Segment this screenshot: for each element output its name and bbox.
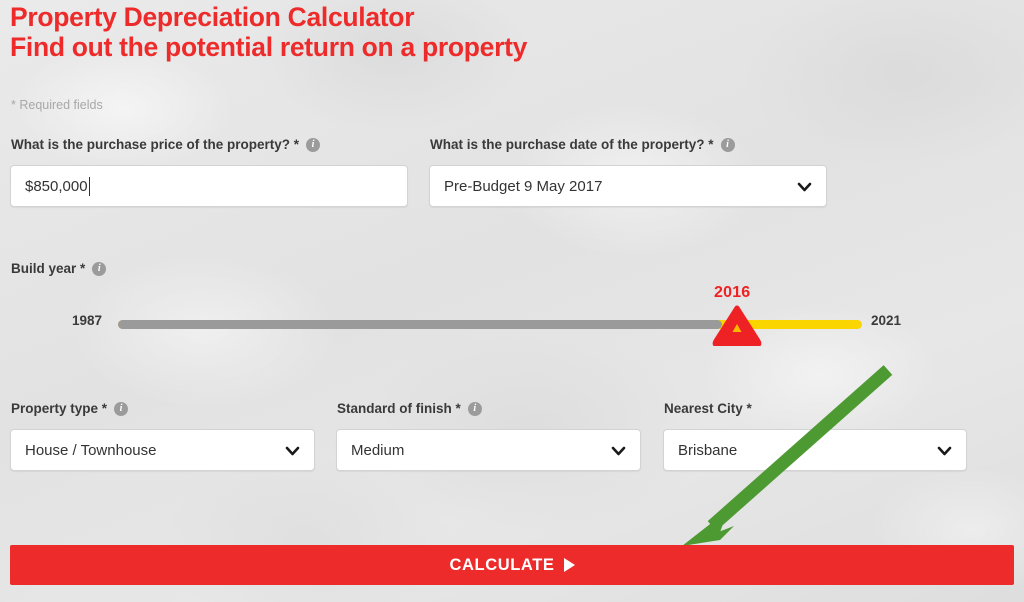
standard-of-finish-label-text: Standard of finish *: [337, 401, 461, 416]
chevron-down-icon: [796, 178, 813, 195]
purchase-date-label: What is the purchase date of the propert…: [430, 137, 735, 152]
nearest-city-select[interactable]: Brisbane: [663, 429, 967, 471]
page-background: Property Depreciation Calculator Find ou…: [0, 0, 1024, 602]
page-title: Property Depreciation Calculator Find ou…: [10, 2, 770, 62]
play-triangle-icon: [563, 558, 575, 572]
standard-of-finish-select[interactable]: Medium: [336, 429, 641, 471]
standard-of-finish-label: Standard of finish * i: [337, 401, 482, 416]
page-title-line-2: Find out the potential return on a prope…: [10, 32, 528, 62]
nearest-city-label: Nearest City *: [664, 401, 752, 416]
purchase-price-input[interactable]: $850,000: [10, 165, 408, 207]
build-year-label: Build year * i: [11, 261, 107, 276]
purchase-price-label: What is the purchase price of the proper…: [11, 137, 321, 152]
slider-max-label: 2021: [871, 313, 902, 328]
calculate-button-label: CALCULATE: [449, 555, 555, 574]
standard-of-finish-value: Medium: [351, 441, 405, 459]
purchase-date-select[interactable]: Pre-Budget 9 May 2017: [429, 165, 827, 207]
info-icon[interactable]: i: [467, 401, 482, 416]
property-type-value: House / Townhouse: [25, 441, 157, 459]
text-cursor: [88, 176, 91, 196]
chevron-down-icon: [284, 442, 301, 459]
info-icon[interactable]: i: [720, 137, 735, 152]
page-title-line-1: Property Depreciation Calculator: [10, 2, 415, 32]
calculate-button[interactable]: CALCULATE: [10, 545, 1014, 585]
required-fields-note: * Required fields: [11, 98, 103, 112]
property-type-select[interactable]: House / Townhouse: [10, 429, 315, 471]
info-icon[interactable]: i: [114, 401, 129, 416]
purchase-date-value: Pre-Budget 9 May 2017: [444, 177, 603, 195]
slider-handle[interactable]: [712, 305, 762, 348]
slider-min-label: 1987: [72, 313, 103, 328]
chevron-down-icon: [610, 442, 627, 459]
build-year-slider[interactable]: 1987 2016 2021: [0, 280, 1024, 350]
purchase-date-label-text: What is the purchase date of the propert…: [430, 137, 714, 152]
purchase-price-label-text: What is the purchase price of the proper…: [11, 137, 300, 152]
property-type-label: Property type * i: [11, 401, 129, 416]
nearest-city-value: Brisbane: [678, 441, 738, 459]
nearest-city-label-text: Nearest City *: [664, 401, 752, 416]
info-icon[interactable]: i: [306, 137, 321, 152]
property-type-label-text: Property type *: [11, 401, 108, 416]
slider-track-fill[interactable]: [118, 320, 722, 329]
purchase-price-value: $850,000: [25, 177, 88, 195]
chevron-down-icon: [936, 442, 953, 459]
info-icon[interactable]: i: [92, 261, 107, 276]
slider-value-label: 2016: [714, 284, 751, 301]
build-year-label-text: Build year *: [11, 261, 86, 276]
